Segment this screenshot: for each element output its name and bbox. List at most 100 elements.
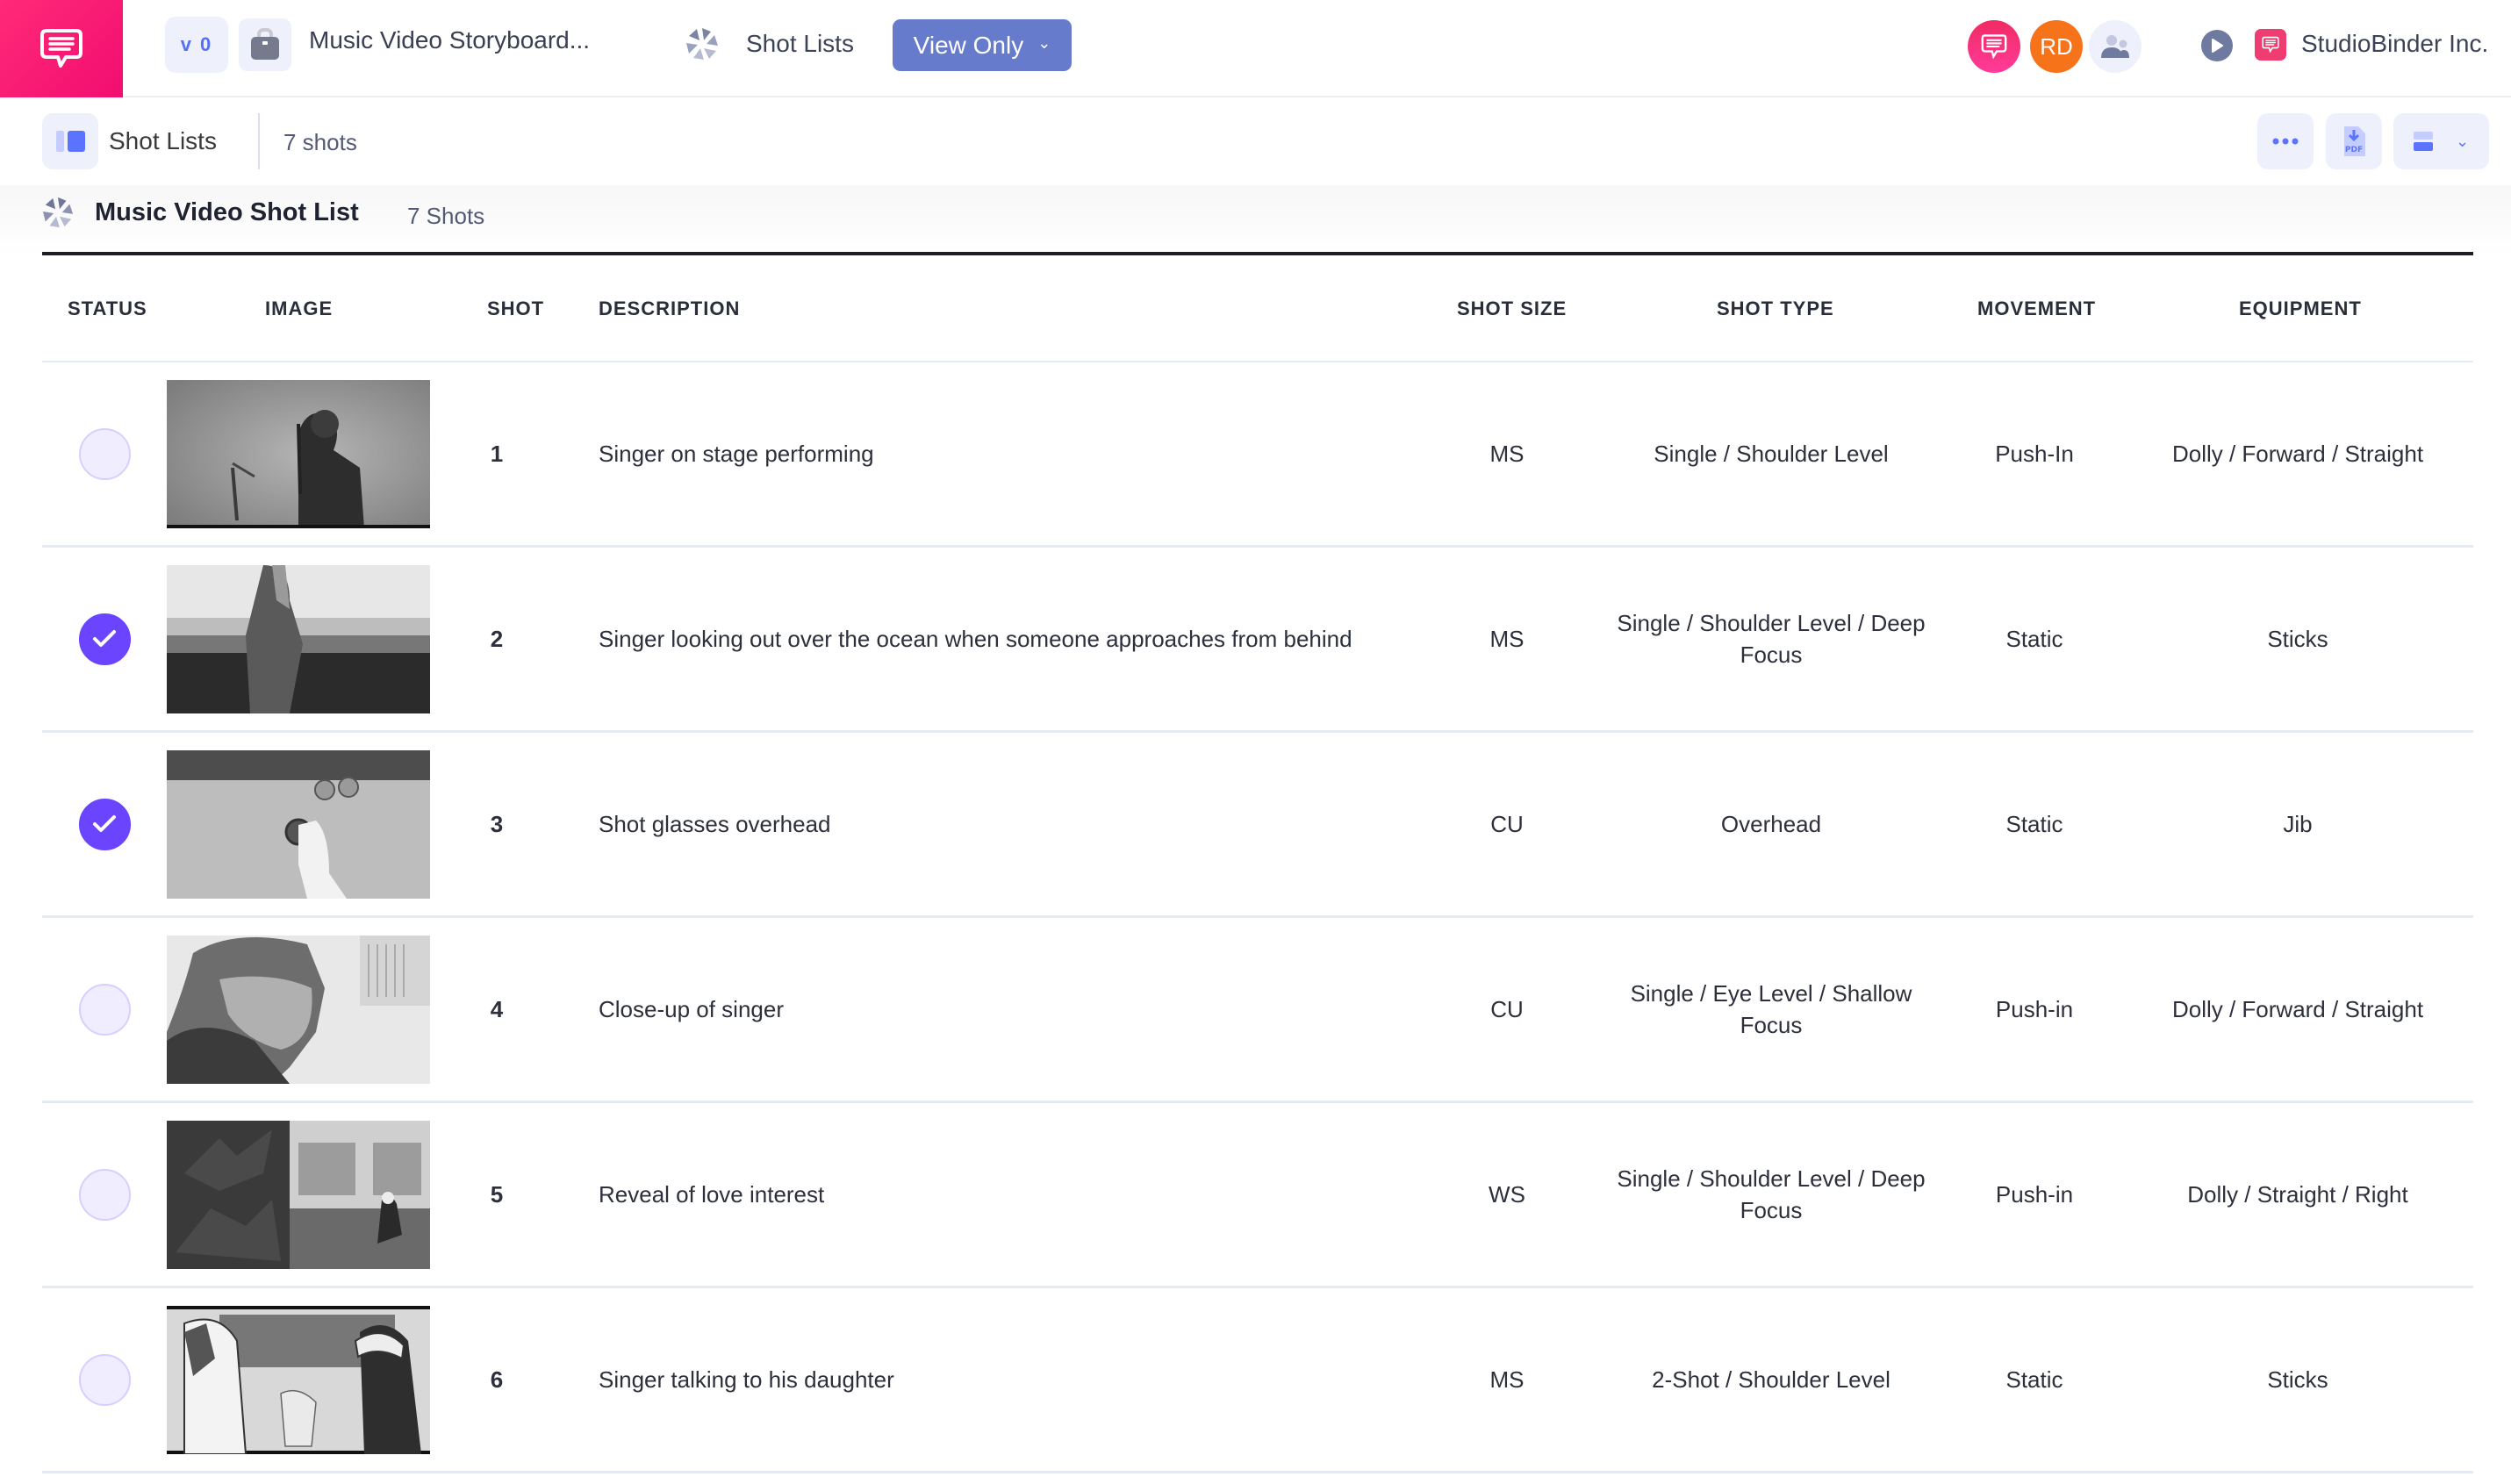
- image-cell: [167, 362, 430, 545]
- shot-lists-tab-icon-button[interactable]: [42, 113, 98, 169]
- storyboard-thumbnail-singer-on-stage-sketch[interactable]: [167, 379, 430, 528]
- image-cell: [167, 1103, 430, 1286]
- table-header: STATUS IMAGE SHOT DESCRIPTION SHOT SIZE …: [42, 255, 2473, 362]
- shot-lists-tab[interactable]: Shot Lists: [109, 127, 217, 155]
- header-equipment[interactable]: EQUIPMENT: [2239, 298, 2362, 320]
- equipment[interactable]: Sticks: [2131, 548, 2464, 730]
- user-avatar[interactable]: RD: [2030, 20, 2083, 73]
- company-logo[interactable]: [2255, 29, 2286, 61]
- chat-bubble-logo-icon: [40, 28, 83, 68]
- image-cell: [167, 918, 430, 1100]
- movement[interactable]: Push-in: [1947, 918, 2122, 1100]
- movement[interactable]: Static: [1947, 1288, 2122, 1471]
- shot-size[interactable]: CU: [1441, 733, 1573, 915]
- shot-size[interactable]: CU: [1441, 918, 1573, 1100]
- company-name[interactable]: StudioBinder Inc.: [2301, 30, 2488, 58]
- image-cell: [167, 548, 430, 730]
- header-status[interactable]: STATUS: [68, 298, 147, 320]
- top-navigation-bar: v 0 Music Video Storyboard... Shot Lists…: [0, 0, 2511, 97]
- chevron-down-icon: ⌄: [1037, 34, 1051, 52]
- shot-type[interactable]: 2-Shot / Shoulder Level: [1604, 1288, 1938, 1471]
- status-checkbox[interactable]: [78, 613, 131, 665]
- shot-number: 1: [490, 440, 504, 467]
- shot-description[interactable]: Singer on stage performing: [599, 362, 1459, 545]
- storyboard-thumbnail-love-interest-reveal-sketch[interactable]: [167, 1120, 430, 1269]
- shot-type[interactable]: Single / Shoulder Level / Deep Focus: [1604, 1103, 1938, 1286]
- storyboard-thumbnail-shot-glasses-overhead-sketch[interactable]: [167, 749, 430, 899]
- header-description[interactable]: DESCRIPTION: [599, 298, 740, 320]
- singer-on-stage-sketch-image: [167, 379, 430, 528]
- more-options-button[interactable]: [2257, 113, 2314, 169]
- movement[interactable]: Push-in: [1947, 1103, 2122, 1286]
- play-tutorial-button[interactable]: [2201, 30, 2233, 61]
- shot-description[interactable]: Shot glasses overhead: [599, 733, 1459, 915]
- project-title[interactable]: Music Video Storyboard...: [309, 26, 590, 54]
- nav-shot-lists-label: Shot Lists: [746, 30, 854, 57]
- table-row[interactable]: 4 Close-up of singer CU Single / Eye Lev…: [42, 918, 2473, 1103]
- equipment[interactable]: Dolly / Forward / Straight: [2131, 362, 2464, 545]
- chat-avatar[interactable]: [1968, 20, 2020, 73]
- project-button[interactable]: [239, 18, 291, 71]
- status-checkbox[interactable]: [78, 1168, 131, 1221]
- status-checkbox[interactable]: [78, 427, 131, 480]
- equipment[interactable]: Dolly / Forward / Straight: [2131, 918, 2464, 1100]
- shot-count: 7 shots: [283, 129, 357, 155]
- singer-closeup-sketch-image: [167, 935, 430, 1084]
- layout-dropdown-button[interactable]: ⌄: [2393, 113, 2489, 169]
- version-button[interactable]: v 0: [165, 17, 228, 73]
- storyboard-thumbnail-singer-closeup-sketch[interactable]: [167, 935, 430, 1084]
- header-shot[interactable]: SHOT: [487, 298, 544, 320]
- layout-icon: [2413, 132, 2433, 151]
- header-shot-size[interactable]: SHOT SIZE: [1457, 298, 1567, 320]
- shot-description[interactable]: Singer talking to his daughter: [599, 1288, 1459, 1471]
- shot-description[interactable]: Singer looking out over the ocean when s…: [599, 548, 1459, 730]
- equipment[interactable]: Dolly / Straight / Right: [2131, 1103, 2464, 1286]
- shot-description[interactable]: Reveal of love interest: [599, 1103, 1459, 1286]
- equipment[interactable]: Jib: [2131, 733, 2464, 915]
- shot-description[interactable]: Close-up of singer: [599, 918, 1459, 1100]
- singer-ocean-sketch-image: [167, 564, 430, 713]
- shot-number: 5: [490, 1180, 504, 1208]
- shot-size[interactable]: MS: [1441, 548, 1573, 730]
- table-row[interactable]: 2 Singer looking out over the ocean when…: [42, 548, 2473, 733]
- equipment[interactable]: Sticks: [2131, 1288, 2464, 1471]
- love-interest-reveal-sketch-image: [167, 1120, 430, 1269]
- shot-size[interactable]: MS: [1441, 1288, 1573, 1471]
- shot-type[interactable]: Single / Shoulder Level: [1604, 362, 1938, 545]
- status-cell: [42, 362, 167, 545]
- svg-text:PDF: PDF: [2345, 146, 2363, 154]
- movement[interactable]: Static: [1947, 548, 2122, 730]
- shot-size[interactable]: MS: [1441, 362, 1573, 545]
- table-row[interactable]: 1 Singer on stage performing MS Single /…: [42, 362, 2473, 548]
- export-pdf-button[interactable]: PDF: [2326, 113, 2382, 169]
- view-mode-dropdown[interactable]: View Only ⌄: [893, 19, 1072, 71]
- singer-daughter-sketch-image: [167, 1305, 430, 1454]
- table-row[interactable]: 6 Singer talking to his daughter MS 2-Sh…: [42, 1288, 2473, 1473]
- shot-size[interactable]: WS: [1441, 1103, 1573, 1286]
- status-checkbox[interactable]: [78, 1353, 131, 1406]
- header-movement[interactable]: MOVEMENT: [1977, 298, 2096, 320]
- status-checkbox[interactable]: [78, 798, 131, 850]
- status-cell: [42, 1103, 167, 1286]
- header-shot-type[interactable]: SHOT TYPE: [1717, 298, 1834, 320]
- storyboard-thumbnail-singer-ocean-sketch[interactable]: [167, 564, 430, 713]
- table-row[interactable]: 3 Shot glasses overhead CU Overhead Stat…: [42, 733, 2473, 918]
- movement[interactable]: Static: [1947, 733, 2122, 915]
- status-checkbox[interactable]: [78, 983, 131, 1036]
- header-image[interactable]: IMAGE: [265, 298, 333, 320]
- shot-type[interactable]: Single / Shoulder Level / Deep Focus: [1604, 548, 1938, 730]
- storyboard-thumbnail-singer-daughter-sketch[interactable]: [167, 1305, 430, 1454]
- studiobinder-logo[interactable]: [0, 0, 123, 97]
- shot-type[interactable]: Single / Eye Level / Shallow Focus: [1604, 918, 1938, 1100]
- more-icon: [2272, 138, 2299, 145]
- movement[interactable]: Push-In: [1947, 362, 2122, 545]
- shot-type[interactable]: Overhead: [1604, 733, 1938, 915]
- table-row[interactable]: 5 Reveal of love interest WS Single / Sh…: [42, 1103, 2473, 1288]
- image-cell: [167, 733, 430, 915]
- chevron-down-icon: ⌄: [2455, 132, 2470, 150]
- shot-list-title: Music Video Shot List: [95, 198, 359, 226]
- shot-glasses-overhead-sketch-image: [167, 749, 430, 899]
- nav-shot-lists[interactable]: Shot Lists: [685, 19, 854, 68]
- shot-number: 6: [490, 1366, 504, 1393]
- team-button[interactable]: [2089, 20, 2142, 73]
